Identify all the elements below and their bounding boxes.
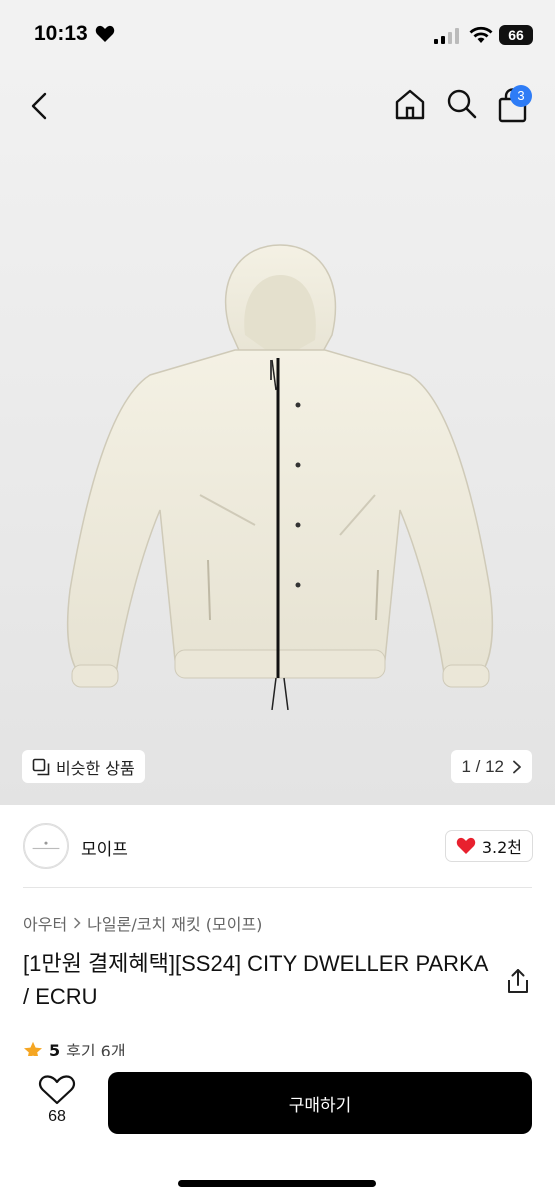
seller-logo[interactable] (23, 823, 69, 869)
wifi-icon (469, 26, 493, 43)
bottom-action-bar: 68 구매하기 (0, 1056, 555, 1200)
heart-icon (456, 837, 476, 854)
breadcrumb-child[interactable]: 나일론/코치 재킷 (모이프) (87, 911, 262, 935)
store-like-count: 3.2천 (481, 838, 522, 857)
product-image (66, 244, 494, 710)
wish-count: 68 (48, 1108, 66, 1125)
breadcrumb-parent[interactable]: 아우터 (23, 911, 67, 935)
search-icon[interactable] (444, 86, 480, 122)
status-time: 10:13 (34, 22, 88, 45)
chevron-right-icon (74, 917, 81, 929)
seller-name[interactable]: 모이프 (81, 835, 128, 860)
gallery-counter: 1 / 12 (461, 756, 504, 776)
buy-button[interactable]: 구매하기 (108, 1072, 532, 1134)
battery-level: 66 (508, 27, 524, 43)
similar-icon (32, 758, 50, 775)
cart-count-badge: 3 (510, 85, 532, 107)
product-title: [1만원 결제혜택][SS24] CITY DWELLER PARKA / EC… (23, 951, 488, 1009)
battery-indicator: 66 (499, 25, 533, 45)
product-gallery[interactable]: 3 비슷한 상품 1 / 12 (0, 70, 555, 805)
share-icon[interactable] (506, 968, 530, 994)
gallery-counter-button[interactable]: 1 / 12 (451, 750, 532, 783)
chevron-right-icon (513, 760, 521, 773)
heart-icon (95, 25, 115, 42)
signal-icon (434, 28, 459, 44)
status-bar: 10:13 66 (0, 0, 555, 70)
store-like-button[interactable]: 3.2천 (444, 830, 533, 862)
home-indicator (178, 1180, 376, 1187)
home-icon[interactable] (392, 86, 428, 122)
similar-products-label: 비슷한 상품 (56, 758, 135, 778)
divider (23, 887, 532, 888)
back-icon[interactable] (22, 88, 58, 124)
wish-heart-icon[interactable] (38, 1074, 76, 1106)
similar-products-button[interactable]: 비슷한 상품 (22, 750, 145, 783)
breadcrumb: 아우터 나일론/코치 재킷 (모이프) (23, 911, 262, 935)
seller-row[interactable]: 모이프 3.2천 (23, 823, 533, 869)
